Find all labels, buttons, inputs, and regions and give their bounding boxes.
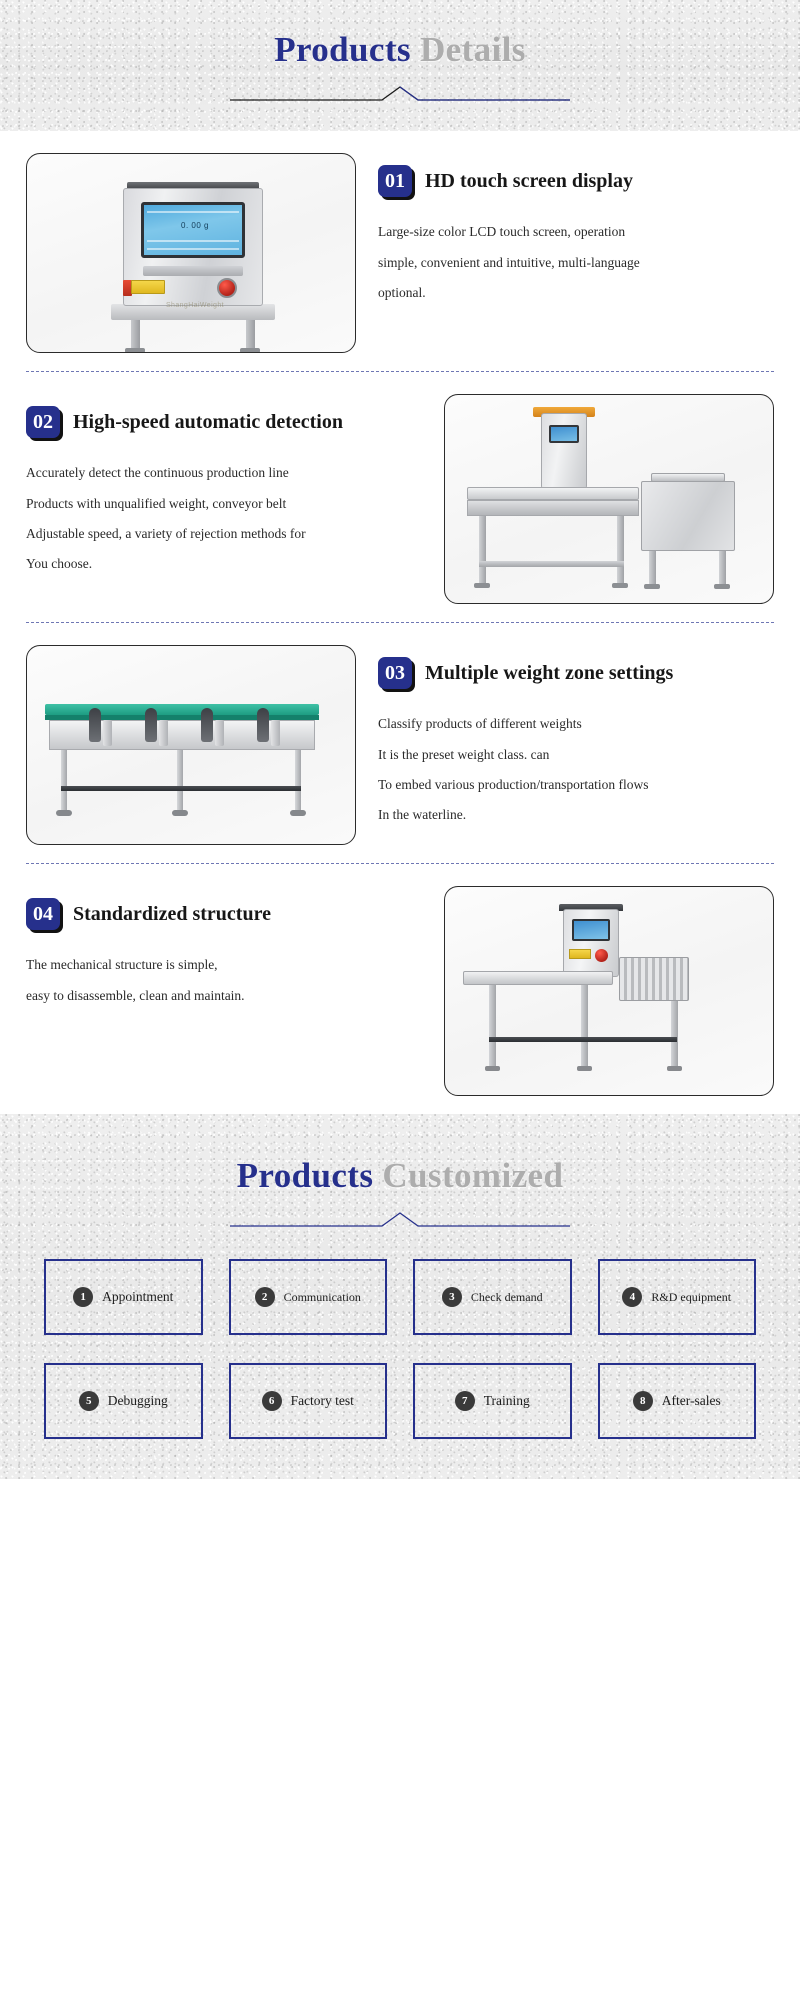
details-banner: Products Details bbox=[0, 0, 800, 131]
step-number-badge: 4 bbox=[622, 1287, 643, 1308]
process-steps-grid: 1 Appointment 2 Communication 3 Check de… bbox=[24, 1259, 776, 1440]
customized-banner: Products Customized bbox=[0, 1114, 800, 1241]
feature-line: The mechanical structure is simple, bbox=[26, 957, 218, 973]
section-divider bbox=[26, 863, 774, 865]
step-label: Training bbox=[483, 1393, 530, 1409]
customized-banner-rule bbox=[230, 1209, 570, 1231]
step-number-badge: 7 bbox=[454, 1391, 475, 1412]
process-step-3[interactable]: 3 Check demand bbox=[413, 1259, 572, 1336]
process-step-6[interactable]: 6 Factory test bbox=[228, 1363, 387, 1440]
step-number-badge: 5 bbox=[78, 1391, 99, 1412]
step-label: Communication bbox=[283, 1289, 361, 1304]
section-divider bbox=[26, 371, 774, 373]
process-step-1[interactable]: 1 Appointment bbox=[44, 1259, 203, 1336]
feature-body-01: 01 HD touch screen display Large-size co… bbox=[356, 153, 774, 308]
process-step-8[interactable]: 8 After-sales bbox=[597, 1363, 756, 1440]
cabinet-screen-value: 0. 00 g bbox=[181, 221, 209, 231]
step-label: After-sales bbox=[661, 1393, 721, 1409]
step-number-badge: 6 bbox=[261, 1391, 282, 1412]
feature-line: Products with unqualified weight, convey… bbox=[26, 495, 287, 511]
feature-title-02: High-speed automatic detection bbox=[73, 411, 343, 434]
peak-divider-icon bbox=[230, 86, 570, 101]
details-title-secondary: Details bbox=[419, 30, 526, 69]
feature-line: It is the preset weight class. can bbox=[378, 746, 550, 762]
feature-row-01: 0. 00 g ShangHaiWeight 01 HD touch scree… bbox=[0, 131, 800, 371]
feature-line: Accurately detect the continuous product… bbox=[26, 465, 289, 481]
details-banner-rule bbox=[230, 83, 570, 105]
step-label: Check demand bbox=[470, 1289, 543, 1304]
feature-badge-04: 04 bbox=[26, 898, 60, 931]
feature-line: Large-size color LCD touch screen, opera… bbox=[378, 224, 626, 240]
feature-text-02: Accurately detect the continuous product… bbox=[26, 458, 426, 580]
details-banner-title: Products Details bbox=[0, 30, 800, 69]
feature-badge-02: 02 bbox=[26, 406, 60, 439]
process-step-5[interactable]: 5 Debugging bbox=[44, 1363, 203, 1440]
multi-zone-sorting-conveyor-photo bbox=[26, 645, 356, 846]
feature-line: Adjustable speed, a variety of rejection… bbox=[26, 525, 306, 541]
feature-body-02: 02 High-speed automatic detection Accura… bbox=[26, 394, 444, 580]
step-label: Debugging bbox=[107, 1393, 168, 1409]
feature-body-03: 03 Multiple weight zone settings Classif… bbox=[356, 645, 774, 831]
customized-title-primary: Products bbox=[236, 1156, 374, 1196]
feature-line: optional. bbox=[378, 284, 426, 300]
feature-line: To embed various production/transportati… bbox=[378, 776, 649, 792]
feature-row-03: 03 Multiple weight zone settings Classif… bbox=[0, 623, 800, 863]
step-label: R&D equipment bbox=[651, 1289, 732, 1304]
feature-row-02: 02 High-speed automatic detection Accura… bbox=[0, 372, 800, 622]
product-details-page: Products Details 0. 00 g ShangHaiWeight … bbox=[0, 0, 800, 1479]
features-list: 0. 00 g ShangHaiWeight 01 HD touch scree… bbox=[0, 131, 800, 1115]
feature-line: In the waterline. bbox=[378, 807, 467, 823]
process-step-7[interactable]: 7 Training bbox=[413, 1363, 572, 1440]
feature-line: Classify products of different weights bbox=[378, 716, 582, 732]
section-divider bbox=[26, 622, 774, 624]
feature-text-03: Classify products of different weights I… bbox=[378, 709, 760, 831]
step-number-badge: 1 bbox=[73, 1287, 94, 1308]
feature-head-02: 02 High-speed automatic detection bbox=[26, 406, 426, 439]
step-number-badge: 3 bbox=[441, 1287, 462, 1308]
feature-badge-03: 03 bbox=[378, 657, 412, 690]
feature-row-04: 04 Standardized structure The mechanical… bbox=[0, 864, 800, 1114]
feature-text-04: The mechanical structure is simple, easy… bbox=[26, 950, 426, 1011]
feature-body-04: 04 Standardized structure The mechanical… bbox=[26, 886, 444, 1011]
customized-title-secondary: Customized bbox=[382, 1156, 564, 1196]
step-label: Factory test bbox=[290, 1393, 354, 1409]
feature-badge-01: 01 bbox=[378, 165, 412, 198]
feature-head-03: 03 Multiple weight zone settings bbox=[378, 657, 760, 690]
feature-title-01: HD touch screen display bbox=[425, 170, 633, 193]
step-label: Appointment bbox=[102, 1289, 174, 1305]
checkweigher-with-reject-bin-photo bbox=[444, 394, 774, 605]
feature-head-04: 04 Standardized structure bbox=[26, 898, 426, 931]
customized-section: Products Customized 1 Appointment 2 Commu… bbox=[0, 1114, 800, 1479]
process-step-2[interactable]: 2 Communication bbox=[228, 1259, 387, 1336]
feature-line: simple, convenient and intuitive, multi-… bbox=[378, 254, 640, 270]
standardized-checkweigher-photo bbox=[444, 886, 774, 1097]
feature-title-03: Multiple weight zone settings bbox=[425, 662, 674, 685]
peak-divider-icon bbox=[230, 1212, 570, 1228]
details-title-primary: Products bbox=[274, 30, 411, 69]
checkweigher-control-cabinet-photo: 0. 00 g ShangHaiWeight bbox=[26, 153, 356, 354]
feature-title-04: Standardized structure bbox=[73, 903, 271, 926]
feature-head-01: 01 HD touch screen display bbox=[378, 165, 760, 198]
feature-text-01: Large-size color LCD touch screen, opera… bbox=[378, 217, 760, 308]
step-number-badge: 2 bbox=[254, 1287, 275, 1308]
feature-line: easy to disassemble, clean and maintain. bbox=[26, 987, 245, 1003]
customized-banner-title: Products Customized bbox=[0, 1156, 800, 1195]
feature-line: You choose. bbox=[26, 556, 93, 572]
step-number-badge: 8 bbox=[632, 1391, 653, 1412]
process-step-4[interactable]: 4 R&D equipment bbox=[597, 1259, 756, 1336]
